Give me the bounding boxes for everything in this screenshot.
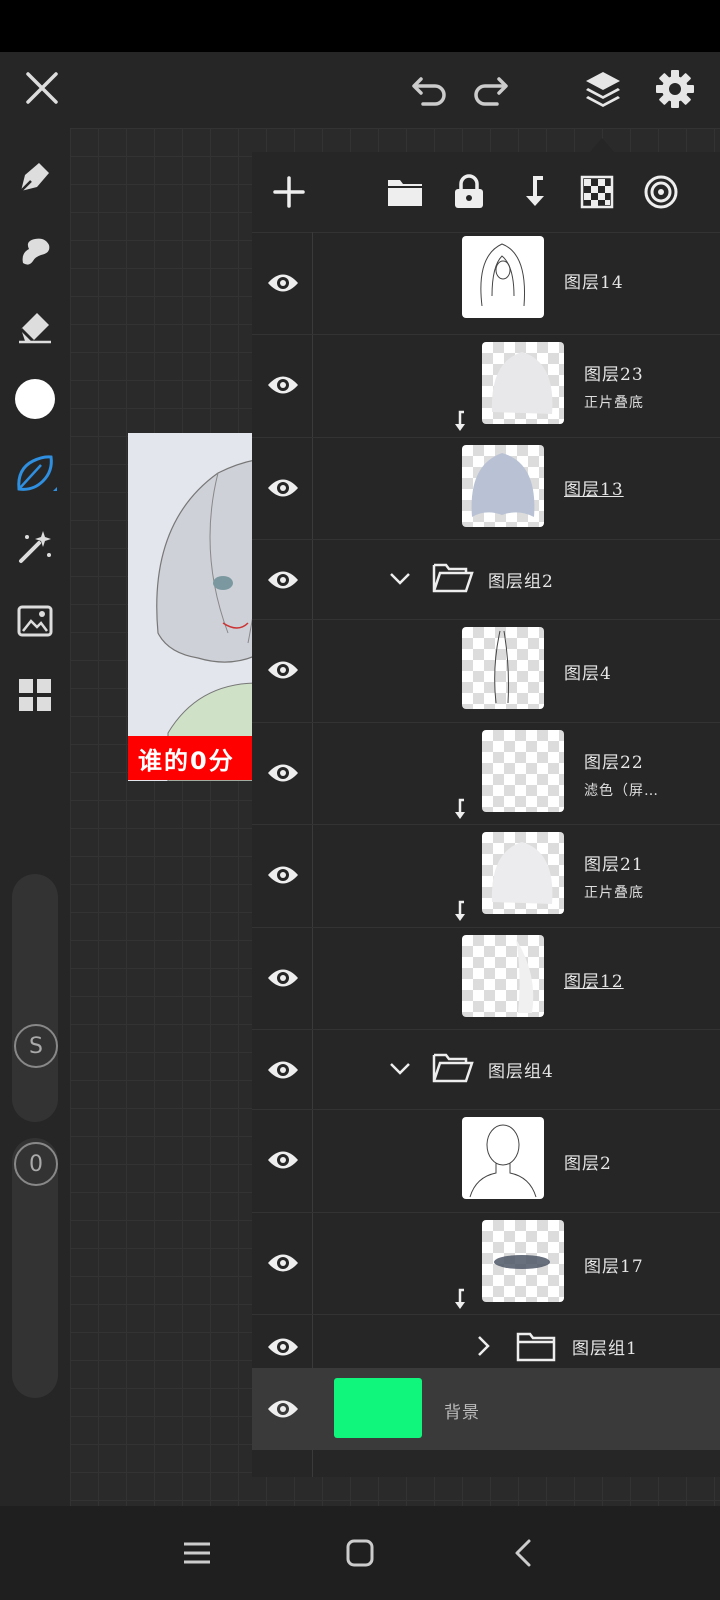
folder-icon [516, 1332, 556, 1362]
layer-thumbnail [482, 1220, 564, 1302]
navigation-bar [0, 1506, 720, 1600]
status-bar [0, 0, 720, 52]
layers-toolbar [252, 152, 720, 233]
eye-icon[interactable] [262, 1388, 304, 1430]
top-bar [0, 52, 720, 128]
eye-icon[interactable] [262, 649, 304, 691]
eye-icon[interactable] [262, 262, 304, 304]
layer-thumbnail [482, 730, 564, 812]
layer-thumbnail [462, 1117, 544, 1199]
clip-arrow-icon [455, 900, 465, 921]
eye-icon[interactable] [262, 1242, 304, 1284]
smudge-icon[interactable] [10, 226, 60, 276]
eraser-icon[interactable] [10, 300, 60, 350]
layer-row[interactable]: 图层21 正片叠底 [252, 824, 720, 928]
layer-name: 图层17 [584, 1257, 644, 1277]
clip-arrow-icon [455, 1288, 465, 1309]
lock-icon[interactable] [444, 167, 494, 217]
gear-icon[interactable] [652, 66, 698, 112]
layer-group-row[interactable]: 图层组4 [252, 1029, 720, 1110]
layer-row[interactable]: 图层22 滤色（屏… [252, 722, 720, 825]
transparency-icon[interactable] [572, 167, 622, 217]
layer-thumbnail [462, 445, 544, 527]
layers-panel: 图层14 图层23 正片叠底 图层13 图层组2 图层4 图层22 滤色（屏… [252, 152, 720, 1477]
eye-icon[interactable] [262, 854, 304, 896]
target-icon[interactable] [636, 167, 686, 217]
layer-name: 图层14 [564, 273, 624, 293]
gallery-icon[interactable] [10, 670, 60, 720]
layer-row[interactable]: 图层2 [252, 1109, 720, 1213]
opacity-slider[interactable]: 0 [12, 1138, 58, 1398]
eye-icon[interactable] [262, 559, 304, 601]
layer-thumbnail [482, 342, 564, 424]
layer-row[interactable]: 图层4 [252, 619, 720, 723]
blend-mode: 滤色（屏… [584, 783, 659, 799]
opacity-knob[interactable]: 0 [14, 1142, 58, 1186]
merge-down-icon[interactable] [508, 167, 558, 217]
layer-row[interactable]: 图层14 [252, 232, 720, 335]
layer-name: 图层23 [584, 365, 644, 385]
brush-size-label: S [29, 1033, 43, 1059]
eye-icon[interactable] [262, 467, 304, 509]
add-icon[interactable] [264, 167, 314, 217]
chevron-down-icon[interactable] [386, 565, 414, 593]
layer-row[interactable]: 图层23 正片叠底 [252, 334, 720, 438]
layer-thumbnail [462, 236, 544, 318]
folder-open-icon [432, 1053, 474, 1083]
layer-name: 图层12 [564, 972, 624, 992]
home-icon[interactable] [335, 1528, 385, 1578]
layer-row[interactable]: 图层17 [252, 1212, 720, 1315]
pen-icon[interactable] [10, 152, 60, 202]
brush-size-knob[interactable]: S [14, 1024, 58, 1068]
back-icon[interactable] [498, 1528, 548, 1578]
layer-row[interactable]: 图层12 [252, 927, 720, 1030]
folder-icon[interactable] [380, 167, 430, 217]
image-import-icon[interactable] [10, 596, 60, 646]
layer-name: 图层13 [564, 480, 624, 500]
chevron-right-icon[interactable] [470, 1332, 498, 1360]
folder-open-icon [432, 563, 474, 593]
layer-name: 图层4 [564, 664, 612, 684]
layer-row[interactable]: 图层13 [252, 437, 720, 540]
opacity-label: 0 [29, 1151, 43, 1177]
layer-name: 图层21 [584, 855, 644, 875]
eye-icon[interactable] [262, 957, 304, 999]
layer-name: 背景 [444, 1403, 480, 1423]
color-swatch[interactable] [10, 374, 60, 424]
layer-thumbnail [482, 832, 564, 914]
clip-arrow-icon [455, 410, 465, 431]
close-icon[interactable] [20, 66, 64, 110]
eye-icon[interactable] [262, 364, 304, 406]
recent-apps-icon[interactable] [172, 1528, 222, 1578]
eye-icon[interactable] [262, 752, 304, 794]
left-toolbar: S 0 [0, 128, 70, 1506]
layer-thumbnail [462, 935, 544, 1017]
eye-icon[interactable] [262, 1326, 304, 1368]
eye-icon[interactable] [262, 1139, 304, 1181]
blend-mode: 正片叠底 [584, 885, 644, 901]
eye-icon[interactable] [262, 1049, 304, 1091]
clip-arrow-icon [455, 798, 465, 819]
brush-icon[interactable] [10, 448, 60, 498]
brush-size-slider[interactable]: S [12, 874, 58, 1122]
layer-name: 图层2 [564, 1154, 612, 1174]
chevron-down-icon[interactable] [386, 1055, 414, 1083]
layer-group-row[interactable]: 图层组2 [252, 539, 720, 620]
undo-icon[interactable] [406, 66, 452, 112]
layer-name: 图层组4 [488, 1062, 554, 1082]
background-layer-row[interactable]: 背景 [252, 1368, 720, 1450]
layer-name: 图层22 [584, 753, 644, 773]
layer-name: 图层组1 [572, 1339, 638, 1359]
redo-icon[interactable] [468, 66, 514, 112]
magic-wand-icon[interactable] [10, 522, 60, 572]
layer-name: 图层组2 [488, 572, 554, 592]
background-color-swatch[interactable] [334, 1378, 422, 1438]
layers-icon[interactable] [580, 66, 626, 112]
panel-pointer [590, 138, 614, 152]
layer-thumbnail [462, 627, 544, 709]
blend-mode: 正片叠底 [584, 395, 644, 411]
